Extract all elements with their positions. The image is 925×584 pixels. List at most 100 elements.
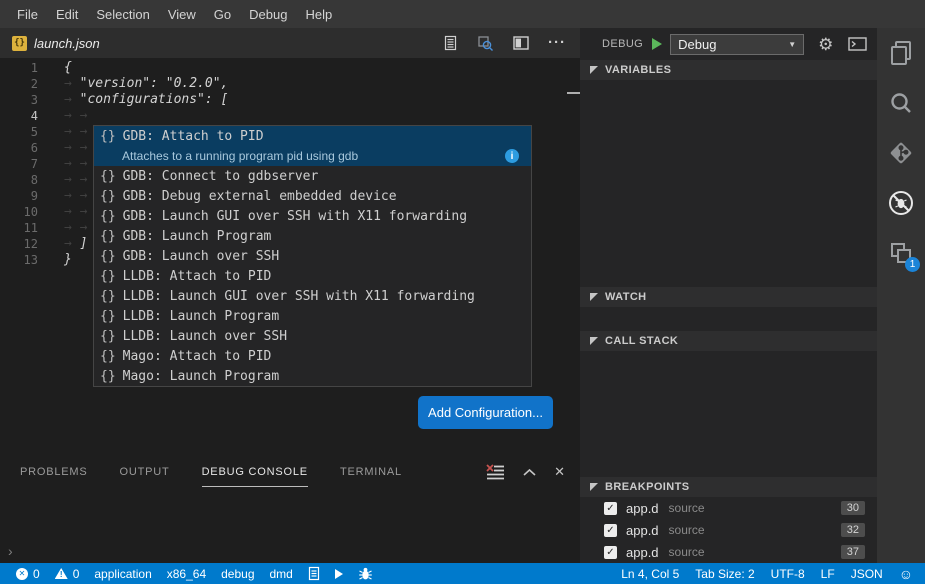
suggest-item[interactable]: {}Mago: Attach to PID: [94, 346, 531, 366]
code-text: ]: [80, 236, 88, 252]
whitespace-marks: →: [64, 92, 80, 108]
code-line[interactable]: 1{: [0, 60, 580, 76]
collapse-triangle-icon: [590, 483, 598, 491]
more-actions-icon[interactable]: ···: [548, 38, 566, 48]
document-icon[interactable]: [308, 566, 320, 581]
tab-launch-json[interactable]: {} launch.json: [0, 28, 114, 58]
code-line[interactable]: 4→ →: [0, 108, 580, 124]
status-item-json[interactable]: JSON: [851, 567, 883, 581]
warning-count[interactable]: ! 0: [55, 567, 80, 581]
debug-toolbar-label: DEBUG: [602, 38, 643, 50]
breakpoint-checkbox[interactable]: ✓: [604, 546, 617, 559]
status-item-dmd[interactable]: dmd: [270, 567, 293, 581]
tab-label: launch.json: [34, 36, 100, 51]
close-panel-icon[interactable]: ✕: [554, 464, 565, 480]
status-item-ln-4-col-5[interactable]: Ln 4, Col 5: [621, 567, 679, 581]
line-number: 11: [0, 220, 38, 236]
suggest-item[interactable]: {}LLDB: Attach to PID: [94, 266, 531, 286]
clear-console-icon[interactable]: [486, 464, 505, 481]
error-count-value: 0: [33, 567, 40, 581]
line-content: → →: [64, 188, 95, 204]
breakpoint-origin: source: [669, 545, 705, 559]
suggest-item[interactable]: {}GDB: Launch over SSH: [94, 246, 531, 266]
menu-item-debug[interactable]: Debug: [240, 7, 296, 22]
add-configuration-button[interactable]: Add Configuration...: [418, 396, 553, 429]
panel-tab-output[interactable]: OUTPUT: [120, 457, 170, 487]
extensions-icon[interactable]: 1: [877, 228, 925, 278]
breakpoint-row[interactable]: ✓app.dsource37: [580, 541, 877, 563]
line-content: → ]: [64, 236, 87, 252]
panel-actions: ✕: [486, 457, 580, 487]
open-preview-icon[interactable]: [443, 35, 458, 51]
suggest-item-label: Mago: Attach to PID: [123, 349, 272, 364]
info-icon[interactable]: i: [505, 149, 519, 163]
status-item-application[interactable]: application: [94, 567, 151, 581]
panel-tab-problems[interactable]: PROBLEMS: [20, 457, 88, 487]
line-number: 6: [0, 140, 38, 156]
panel-tab-terminal[interactable]: TERMINAL: [340, 457, 402, 487]
status-item-utf-8[interactable]: UTF-8: [771, 567, 805, 581]
suggest-item-selected[interactable]: {}GDB: Attach to PIDAttaches to a runnin…: [94, 126, 531, 166]
start-debug-button[interactable]: [652, 38, 662, 50]
line-number: 8: [0, 172, 38, 188]
code-text: "configurations": [: [80, 92, 229, 108]
suggest-item[interactable]: {}LLDB: Launch Program: [94, 306, 531, 326]
section-call-stack[interactable]: CALL STACK: [580, 331, 877, 351]
section-breakpoints[interactable]: BREAKPOINTS: [580, 477, 877, 497]
bug-icon[interactable]: [358, 567, 373, 581]
suggest-item[interactable]: {}GDB: Launch Program: [94, 226, 531, 246]
error-count[interactable]: ✕ 0: [16, 567, 40, 581]
status-item-debug[interactable]: debug: [221, 567, 254, 581]
code-line[interactable]: 2→ "version": "0.2.0",: [0, 76, 580, 92]
menu-item-help[interactable]: Help: [296, 7, 341, 22]
search-icon[interactable]: [877, 78, 925, 128]
collapse-triangle-icon: [590, 337, 598, 345]
line-content: }: [64, 252, 72, 268]
menu-item-file[interactable]: File: [8, 7, 47, 22]
breakpoint-checkbox[interactable]: ✓: [604, 524, 617, 537]
status-item-lf[interactable]: LF: [821, 567, 835, 581]
breakpoint-row[interactable]: ✓app.dsource30: [580, 497, 877, 519]
code-line[interactable]: 3→ "configurations": [: [0, 92, 580, 108]
find-in-file-icon[interactable]: [477, 35, 494, 52]
source-control-icon[interactable]: [877, 128, 925, 178]
suggest-item[interactable]: {}Mago: Launch Program: [94, 366, 531, 386]
breakpoint-checkbox[interactable]: ✓: [604, 502, 617, 515]
menu-item-edit[interactable]: Edit: [47, 7, 87, 22]
status-item-x86-64[interactable]: x86_64: [167, 567, 206, 581]
section-watch[interactable]: WATCH: [580, 287, 877, 307]
menu-item-selection[interactable]: Selection: [87, 7, 158, 22]
section-variables[interactable]: VARIABLES: [580, 60, 877, 80]
suggest-item[interactable]: {}LLDB: Launch GUI over SSH with X11 for…: [94, 286, 531, 306]
whitespace-marks: → →: [64, 124, 95, 140]
suggest-item[interactable]: {}LLDB: Launch over SSH: [94, 326, 531, 346]
line-content: → →: [64, 124, 95, 140]
panel-tab-debug-console[interactable]: DEBUG CONSOLE: [202, 457, 308, 487]
debug-console-content[interactable]: ›: [0, 487, 580, 563]
run-icon[interactable]: [335, 569, 343, 579]
suggest-item[interactable]: {}GDB: Launch GUI over SSH with X11 forw…: [94, 206, 531, 226]
suggest-item[interactable]: {}GDB: Debug external embedded device: [94, 186, 531, 206]
breakpoint-row[interactable]: ✓app.dsource32: [580, 519, 877, 541]
activity-bar: 1: [877, 28, 925, 563]
code-text: {: [64, 60, 72, 76]
snippet-icon: {}: [100, 129, 116, 144]
menu-item-go[interactable]: Go: [205, 7, 240, 22]
suggest-item-label: GDB: Debug external embedded device: [123, 189, 397, 204]
debug-icon[interactable]: [877, 178, 925, 228]
section-title: BREAKPOINTS: [605, 481, 689, 493]
open-debug-console-icon[interactable]: [848, 37, 867, 51]
debug-configuration-dropdown[interactable]: Debug ▼: [670, 34, 804, 55]
chevron-down-icon: ▼: [788, 40, 796, 49]
feedback-smiley-icon[interactable]: ☺: [899, 567, 913, 581]
configure-gear-icon[interactable]: ⚙: [818, 36, 833, 53]
menu-item-view[interactable]: View: [159, 7, 205, 22]
code-editor[interactable]: 1{2→ "version": "0.2.0",3→ "configuratio…: [0, 58, 580, 457]
maximize-panel-icon[interactable]: [522, 468, 537, 477]
suggest-item-label: LLDB: Launch over SSH: [123, 329, 287, 344]
explorer-icon[interactable]: [877, 28, 925, 78]
suggest-item[interactable]: {}GDB: Connect to gdbserver: [94, 166, 531, 186]
status-item-tab-size-2[interactable]: Tab Size: 2: [695, 567, 754, 581]
line-number: 1: [0, 60, 38, 76]
split-editor-icon[interactable]: [513, 36, 529, 50]
